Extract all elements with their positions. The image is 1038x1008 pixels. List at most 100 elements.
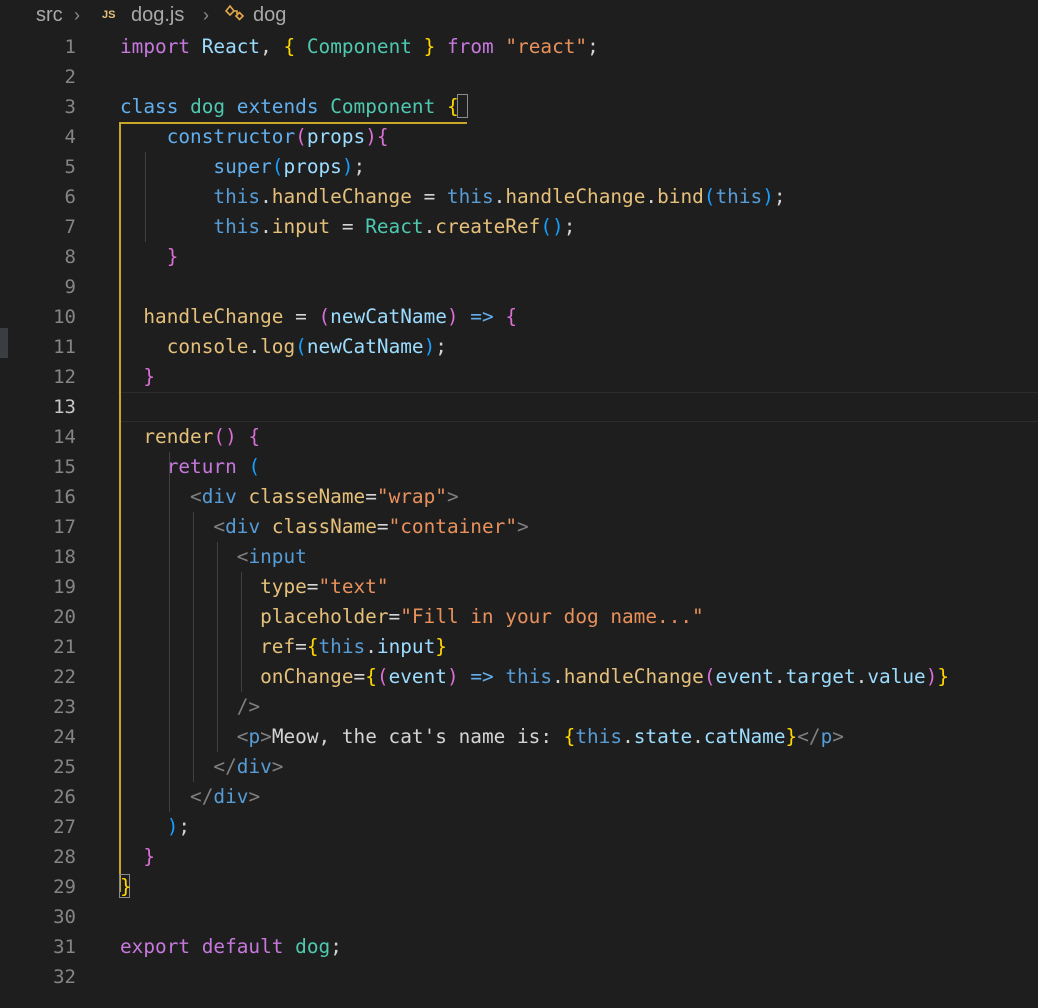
code-line[interactable]: onChange={(event) => this.handleChange(e… (120, 662, 949, 692)
code-line[interactable]: class dog extends Component { (120, 92, 459, 122)
breadcrumb-file[interactable]: dog.js (131, 3, 184, 27)
code-token: ; (563, 215, 576, 238)
code-line[interactable]: /> (120, 692, 260, 722)
code-line[interactable]: handleChange = (newCatName) => { (120, 302, 517, 332)
code-token: input (376, 635, 436, 658)
code-token: className (271, 515, 377, 538)
code-line[interactable]: import React, { Component } from "react"… (120, 32, 599, 62)
code-token: handleChange (505, 185, 646, 208)
code-token: "text" (318, 575, 389, 598)
code-line[interactable]: </div> (120, 782, 260, 812)
code-line[interactable]: return ( (120, 452, 260, 482)
code-line[interactable]: <div classeName="wrap"> (120, 482, 459, 512)
code-token: ( (703, 665, 716, 688)
line-number: 6 (64, 186, 76, 208)
code-token: ( (703, 185, 716, 208)
code-token: ( (295, 335, 307, 358)
code-line[interactable]: } (120, 842, 155, 872)
code-line[interactable]: <p>Meow, the cat's name is: {this.state.… (120, 722, 844, 752)
code-line[interactable]: ref={this.input} (120, 632, 447, 662)
line-number: 18 (53, 546, 76, 568)
code-token: "container" (388, 515, 517, 538)
code-token: < (190, 485, 202, 508)
line-number: 23 (53, 696, 76, 718)
code-token: input (248, 545, 307, 568)
code-token: } (143, 845, 156, 868)
code-line[interactable]: ); (120, 812, 190, 842)
code-token: return (166, 455, 237, 478)
code-token: React (365, 215, 424, 238)
line-number: 28 (53, 846, 76, 868)
code-line[interactable]: placeholder="Fill in your dog name..." (120, 602, 704, 632)
code-line[interactable]: } (120, 242, 179, 272)
code-token: = (330, 215, 366, 238)
line-number: 22 (53, 666, 76, 688)
code-token: props (283, 155, 342, 178)
code-token: { (563, 725, 576, 748)
code-line[interactable]: console.log(newCatName); (120, 332, 447, 362)
code-token: > (446, 485, 459, 508)
code-line[interactable]: <input (120, 542, 307, 572)
line-number: 1 (64, 36, 76, 58)
code-token: "wrap" (376, 485, 447, 508)
code-token: this (446, 185, 494, 208)
code-line[interactable]: render() { (120, 422, 260, 452)
code-token: dog (295, 935, 331, 958)
code-line[interactable]: <div className="container"> (120, 512, 528, 542)
code-token: ) (365, 125, 377, 148)
code-token: () (540, 215, 564, 238)
code-token: ; (178, 815, 191, 838)
code-line[interactable]: } (120, 362, 155, 392)
code-line[interactable]: constructor(props){ (120, 122, 389, 152)
code-token: = (388, 605, 401, 628)
code-token: ) (925, 665, 938, 688)
code-line[interactable]: this.handleChange = this.handleChange.bi… (120, 182, 786, 212)
js-file-icon: JS (102, 9, 116, 21)
code-line[interactable]: } (120, 872, 132, 902)
code-token: default (201, 935, 284, 958)
chevron-right-icon: › (203, 5, 209, 25)
code-token: this (505, 665, 553, 688)
code-token: > (248, 785, 261, 808)
code-token: . (692, 725, 704, 748)
code-token: > (832, 725, 844, 748)
code-token: console (166, 335, 249, 358)
breadcrumb-folder[interactable]: src (36, 3, 63, 27)
current-line-highlight (118, 392, 1038, 422)
line-number: 8 (64, 246, 76, 268)
code-line[interactable]: </div> (120, 752, 283, 782)
code-token: props (306, 125, 366, 148)
code-token: class (120, 95, 179, 118)
code-line[interactable]: export default dog; (120, 932, 342, 962)
code-token: div (236, 755, 272, 778)
code-token: ) (341, 155, 354, 178)
code-token: . (260, 215, 272, 238)
code-token: ( (295, 125, 307, 148)
line-number: 17 (53, 516, 76, 538)
code-token: ; (773, 185, 786, 208)
code-token: = (283, 305, 319, 328)
breadcrumb-symbol[interactable]: dog (253, 3, 286, 27)
code-line[interactable]: type="text" (120, 572, 389, 602)
code-token: dog (190, 95, 226, 118)
code-token: ; (330, 935, 342, 958)
line-number: 13 (53, 396, 76, 418)
line-number: 5 (64, 156, 76, 178)
code-line[interactable]: super(props); (120, 152, 365, 182)
code-token: . (248, 335, 261, 358)
code-line[interactable]: this.input = React.createRef(); (120, 212, 575, 242)
